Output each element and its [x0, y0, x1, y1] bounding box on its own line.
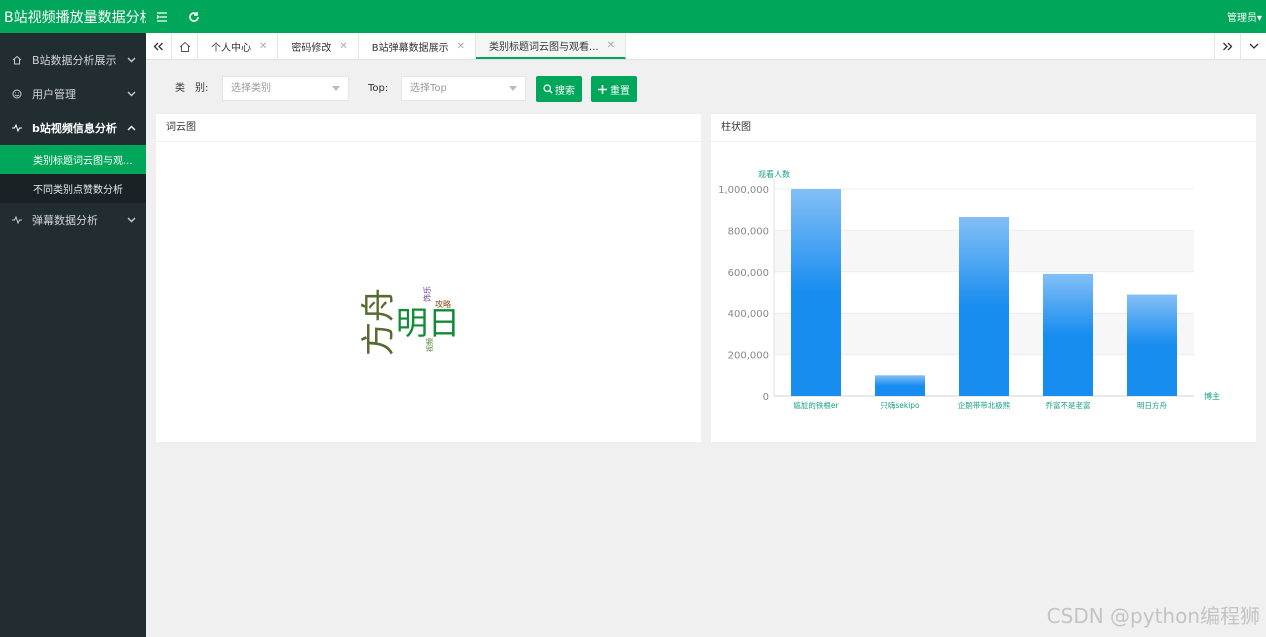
wordcloud-canvas: 方舟 明日 攻略 饰乐 视频: [359, 286, 460, 356]
chevron-down-icon: [509, 77, 517, 100]
sidebar-item-video-analysis[interactable]: b站视频信息分析: [0, 111, 146, 145]
search-icon: [543, 84, 553, 94]
y-tick-label: 200,000: [728, 351, 769, 362]
tab-danmaku-display[interactable]: B站弹幕数据展示 ✕: [359, 33, 477, 59]
tabs-dropdown-icon[interactable]: [1240, 33, 1266, 59]
x-tick-label: 只嗨sekipo: [880, 400, 920, 410]
sidebar-item-label: 用户管理: [32, 88, 76, 101]
bar: [791, 189, 841, 396]
barchart-panel: 柱状图 0 200,000 400,000 600,000 800,000 1,000,0…: [711, 114, 1256, 442]
x-tick-label: 尴尬的铁根er: [793, 400, 839, 410]
bar: [875, 375, 925, 396]
wordcloud-title: 词云图: [156, 114, 701, 142]
tabs-bar: 个人中心 ✕ 密码修改 ✕ B站弹幕数据展示 ✕ 类别标题词云图与观看... ✕: [146, 33, 1266, 60]
home-icon: [12, 55, 32, 65]
sidebar-subitem-likes[interactable]: 不同类别点赞数分析: [0, 174, 146, 203]
pulse-icon: [12, 215, 32, 225]
menu-toggle-icon[interactable]: [146, 0, 178, 33]
filter-bar: 类 别: 选择类别 Top: 选择Top 搜索 重置: [146, 76, 746, 102]
plus-icon: [598, 84, 607, 94]
word-fangzhou: 方舟: [359, 288, 399, 356]
tab-label: 类别标题词云图与观看...: [489, 41, 599, 53]
word-mingri: 明日: [396, 304, 460, 342]
word-shipin: 视频: [425, 338, 434, 352]
y-tick-label: 400,000: [728, 309, 769, 320]
y-axis-title: 观看人数: [758, 169, 790, 179]
close-icon[interactable]: ✕: [339, 41, 347, 52]
word-gonglue: 攻略: [435, 299, 451, 309]
tab-wordcloud[interactable]: 类别标题词云图与观看... ✕: [476, 33, 626, 59]
user-menu[interactable]: 管理员▾: [1227, 0, 1262, 33]
tab-password[interactable]: 密码修改 ✕: [278, 33, 359, 59]
sidebar-item-label: B站数据分析展示: [32, 54, 117, 67]
refresh-icon[interactable]: [178, 0, 210, 33]
x-axis-title: 博主: [1204, 391, 1220, 401]
sidebar-item-user-management[interactable]: 用户管理: [0, 77, 146, 111]
x-tick-label: 明日方舟: [1137, 400, 1167, 410]
y-tick-label: 0: [763, 392, 769, 403]
scroll-left-icon[interactable]: [146, 33, 172, 59]
sidebar-item-label: 弹幕数据分析: [32, 214, 98, 227]
pulse-icon: [12, 123, 32, 133]
bar: [1043, 273, 1093, 396]
sidebar-submenu: 类别标题词云图与观... 不同类别点赞数分析: [0, 145, 146, 203]
chevron-down-icon: [332, 77, 340, 100]
reset-button-label: 重置: [610, 85, 630, 97]
smile-icon: [12, 89, 32, 99]
tab-personal-center[interactable]: 个人中心 ✕: [198, 33, 279, 59]
category-label: 类 别:: [175, 83, 209, 94]
y-tick-label: 600,000: [728, 268, 769, 279]
chevron-up-icon: [127, 111, 136, 145]
home-tab-icon[interactable]: [172, 33, 198, 59]
category-select[interactable]: 选择类别: [222, 76, 349, 101]
bar: [1127, 294, 1177, 396]
top-label: Top:: [368, 83, 389, 94]
search-button-label: 搜索: [555, 85, 575, 97]
category-placeholder: 选择类别: [231, 83, 271, 94]
search-button[interactable]: 搜索: [536, 76, 582, 102]
x-tick-label: 乔富不是老富: [1046, 400, 1091, 410]
reset-button[interactable]: 重置: [591, 76, 637, 102]
tab-label: B站弹幕数据展示: [371, 42, 449, 54]
top-placeholder: 选择Top: [410, 83, 447, 94]
close-icon[interactable]: ✕: [259, 41, 267, 52]
close-icon[interactable]: ✕: [607, 40, 615, 51]
tab-label: 个人中心: [211, 42, 251, 54]
watermark: CSDN @python编程狮: [1046, 604, 1260, 628]
bar-chart: 0 200,000 400,000 600,000 800,000 1,000,000 观看…: [718, 169, 1220, 410]
y-tick-label: 1,000,000: [718, 185, 769, 196]
close-icon[interactable]: ✕: [457, 41, 465, 52]
chevron-down-icon: [127, 203, 136, 237]
app-title: B站视频播放量数据分析可视化: [4, 9, 146, 26]
sidebar-item-data-display[interactable]: B站数据分析展示: [0, 43, 146, 77]
bar: [959, 216, 1009, 396]
scroll-right-icon[interactable]: [1214, 33, 1240, 59]
tab-label: 密码修改: [291, 42, 332, 54]
y-tick-label: 800,000: [728, 226, 769, 237]
top-select[interactable]: 选择Top: [401, 76, 526, 101]
word-shile: 饰乐: [422, 286, 432, 302]
top-header: B站视频播放量数据分析可视化 管理员▾: [0, 0, 1266, 33]
sidebar-item-danmaku-analysis[interactable]: 弹幕数据分析: [0, 203, 146, 237]
chevron-down-icon: [127, 43, 136, 77]
sidebar: B站数据分析展示 用户管理 b站视频信息分析 类别标题词云图与观... 不同类别…: [0, 33, 146, 637]
wordcloud-panel: 词云图 方舟 明日 攻略 饰乐 视频: [156, 114, 701, 442]
sidebar-subitem-wordcloud[interactable]: 类别标题词云图与观...: [0, 145, 146, 174]
sidebar-item-label: b站视频信息分析: [32, 122, 117, 135]
x-tick-label: 企鹅带带北极熊: [958, 400, 1011, 410]
chevron-down-icon: [127, 77, 136, 111]
barchart-title: 柱状图: [711, 114, 1256, 142]
